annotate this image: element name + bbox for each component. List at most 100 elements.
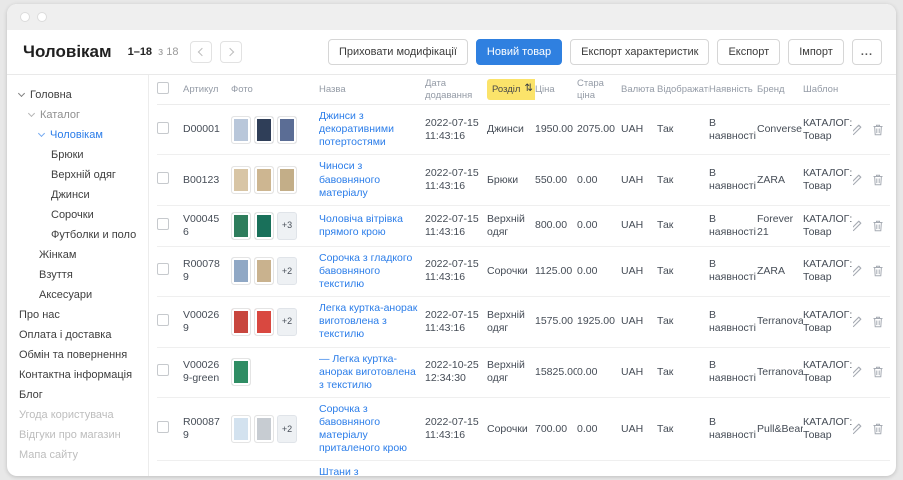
- column-header-display[interactable]: Відображати: [657, 84, 709, 96]
- sidebar-item[interactable]: Футболки и поло: [17, 225, 144, 245]
- column-header-template[interactable]: Шаблон: [803, 84, 853, 96]
- delete-button[interactable]: [871, 422, 885, 436]
- next-page-button[interactable]: [220, 41, 242, 63]
- product-name-link[interactable]: Чиноси з бавовняного матеріалу: [319, 160, 425, 199]
- product-name-link[interactable]: Джинси з декоративними потертостями: [319, 110, 425, 149]
- sidebar-item[interactable]: Чоловікам: [17, 125, 144, 145]
- row-checkbox[interactable]: [157, 122, 169, 134]
- product-thumbnail-image[interactable]: [254, 116, 274, 144]
- product-thumbnail-image[interactable]: [231, 166, 251, 194]
- row-checkbox[interactable]: [157, 314, 169, 326]
- row-checkbox[interactable]: [157, 172, 169, 184]
- export-characteristics-button[interactable]: Експорт характеристик: [570, 39, 709, 65]
- article-cell: B00123: [183, 174, 231, 187]
- more-actions-button[interactable]: ...: [852, 39, 882, 65]
- product-thumbnail-image[interactable]: [231, 257, 251, 285]
- edit-button[interactable]: [853, 123, 863, 137]
- edit-button[interactable]: [853, 219, 863, 233]
- row-checkbox[interactable]: [157, 263, 169, 275]
- column-header-name[interactable]: Назва: [319, 84, 425, 96]
- prev-page-button[interactable]: [190, 41, 212, 63]
- column-header-photo[interactable]: Фото: [231, 84, 319, 96]
- product-thumbnail-image[interactable]: [277, 116, 297, 144]
- delete-button[interactable]: [871, 173, 885, 187]
- delete-button[interactable]: [871, 315, 885, 329]
- edit-button[interactable]: [853, 173, 863, 187]
- pagination-range: 1–18: [128, 46, 152, 58]
- column-header-availability[interactable]: Наявність: [709, 84, 757, 96]
- product-thumbnail-image[interactable]: [254, 257, 274, 285]
- window-titlebar: [7, 4, 896, 30]
- edit-button[interactable]: [853, 422, 863, 436]
- pagination-total: з 18: [158, 46, 178, 58]
- column-header-brand[interactable]: Бренд: [757, 84, 803, 96]
- brand-cell: ZARA: [757, 265, 803, 278]
- time-value: 12:34:30: [425, 372, 481, 385]
- hide-modifications-button[interactable]: Приховати модифікації: [328, 39, 468, 65]
- product-name-link[interactable]: Сорочка з гладкого бавовняного текстилю: [319, 252, 425, 291]
- sidebar-item[interactable]: Оплата і доставка: [17, 325, 144, 345]
- sidebar-item[interactable]: Блог: [17, 385, 144, 405]
- product-thumbnail-image[interactable]: [231, 116, 251, 144]
- sidebar-item[interactable]: Про нас: [17, 305, 144, 325]
- sidebar-item[interactable]: Брюки: [17, 145, 144, 165]
- column-header-old-price[interactable]: Стара ціна: [577, 78, 621, 102]
- more-photos-badge[interactable]: +2: [277, 415, 297, 443]
- column-header-currency[interactable]: Валюта: [621, 84, 657, 96]
- edit-button[interactable]: [853, 365, 863, 379]
- column-header-date[interactable]: Дата додавання: [425, 78, 487, 102]
- product-thumbnail-image[interactable]: [254, 308, 274, 336]
- column-header-price[interactable]: Ціна: [535, 84, 577, 96]
- table-body: D00001 Джинси з декоративними потертостя…: [157, 105, 890, 476]
- more-photos-badge[interactable]: +2: [277, 308, 297, 336]
- product-thumbnail-image[interactable]: [254, 212, 274, 240]
- date-cell: 2022-07-15 11:43:16: [425, 309, 487, 335]
- sidebar-item[interactable]: Взуття: [17, 265, 144, 285]
- product-thumbnail-image[interactable]: [231, 212, 251, 240]
- delete-button[interactable]: [871, 264, 885, 278]
- product-name-link[interactable]: Сорочка з бавовняного матеріалу притален…: [319, 403, 425, 456]
- window-control-dot[interactable]: [37, 12, 47, 22]
- product-thumbnail-image[interactable]: [277, 166, 297, 194]
- display-cell: Так: [657, 123, 709, 136]
- product-thumbnail-image[interactable]: [254, 166, 274, 194]
- sidebar-item[interactable]: Мапа сайту: [17, 445, 144, 465]
- sidebar-item[interactable]: Відгуки про магазин: [17, 425, 144, 445]
- sidebar-item[interactable]: Контактна інформація: [17, 365, 144, 385]
- new-product-button[interactable]: Новий товар: [476, 39, 562, 65]
- more-photos-badge[interactable]: +3: [277, 212, 297, 240]
- column-header-section[interactable]: Розділ ⇅: [487, 79, 535, 100]
- edit-button[interactable]: [853, 315, 863, 329]
- sidebar-item[interactable]: Обмін та повернення: [17, 345, 144, 365]
- row-checkbox[interactable]: [157, 421, 169, 433]
- product-thumbnail-image[interactable]: [231, 358, 251, 386]
- delete-button[interactable]: [871, 365, 885, 379]
- edit-button[interactable]: [853, 264, 863, 278]
- sidebar-item[interactable]: Верхній одяг: [17, 165, 144, 185]
- product-name-link[interactable]: Легка куртка-анорак виготовлена з тексти…: [319, 302, 425, 341]
- product-thumbnail-image[interactable]: [254, 415, 274, 443]
- sidebar-item[interactable]: Каталог: [17, 105, 144, 125]
- row-checkbox[interactable]: [157, 218, 169, 230]
- sidebar-item[interactable]: Джинси: [17, 185, 144, 205]
- delete-button[interactable]: [871, 219, 885, 233]
- column-header-article[interactable]: Артикул: [183, 84, 231, 96]
- window-control-dot[interactable]: [20, 12, 30, 22]
- product-name-link[interactable]: — Легка куртка-анорак виготовлена з текс…: [319, 353, 425, 392]
- row-checkbox[interactable]: [157, 364, 169, 376]
- product-thumbnail-image[interactable]: [231, 308, 251, 336]
- product-thumbnail-image[interactable]: [231, 415, 251, 443]
- select-all-checkbox[interactable]: [157, 82, 169, 94]
- sort-icon[interactable]: ⇅: [524, 83, 532, 96]
- more-photos-badge[interactable]: +2: [277, 257, 297, 285]
- sidebar-item[interactable]: Жінкам: [17, 245, 144, 265]
- sidebar-item[interactable]: Головна: [17, 85, 144, 105]
- export-button[interactable]: Експорт: [717, 39, 780, 65]
- import-button[interactable]: Імпорт: [788, 39, 844, 65]
- product-name-link[interactable]: Чоловіча вітрівка прямого крою: [319, 213, 425, 239]
- sidebar-item[interactable]: Угода користувача: [17, 405, 144, 425]
- sidebar-item[interactable]: Сорочки: [17, 205, 144, 225]
- sidebar-item[interactable]: Аксесуари: [17, 285, 144, 305]
- product-name-link[interactable]: Штани з бавовняного матеріалу прямого кр…: [319, 466, 425, 476]
- delete-button[interactable]: [871, 123, 885, 137]
